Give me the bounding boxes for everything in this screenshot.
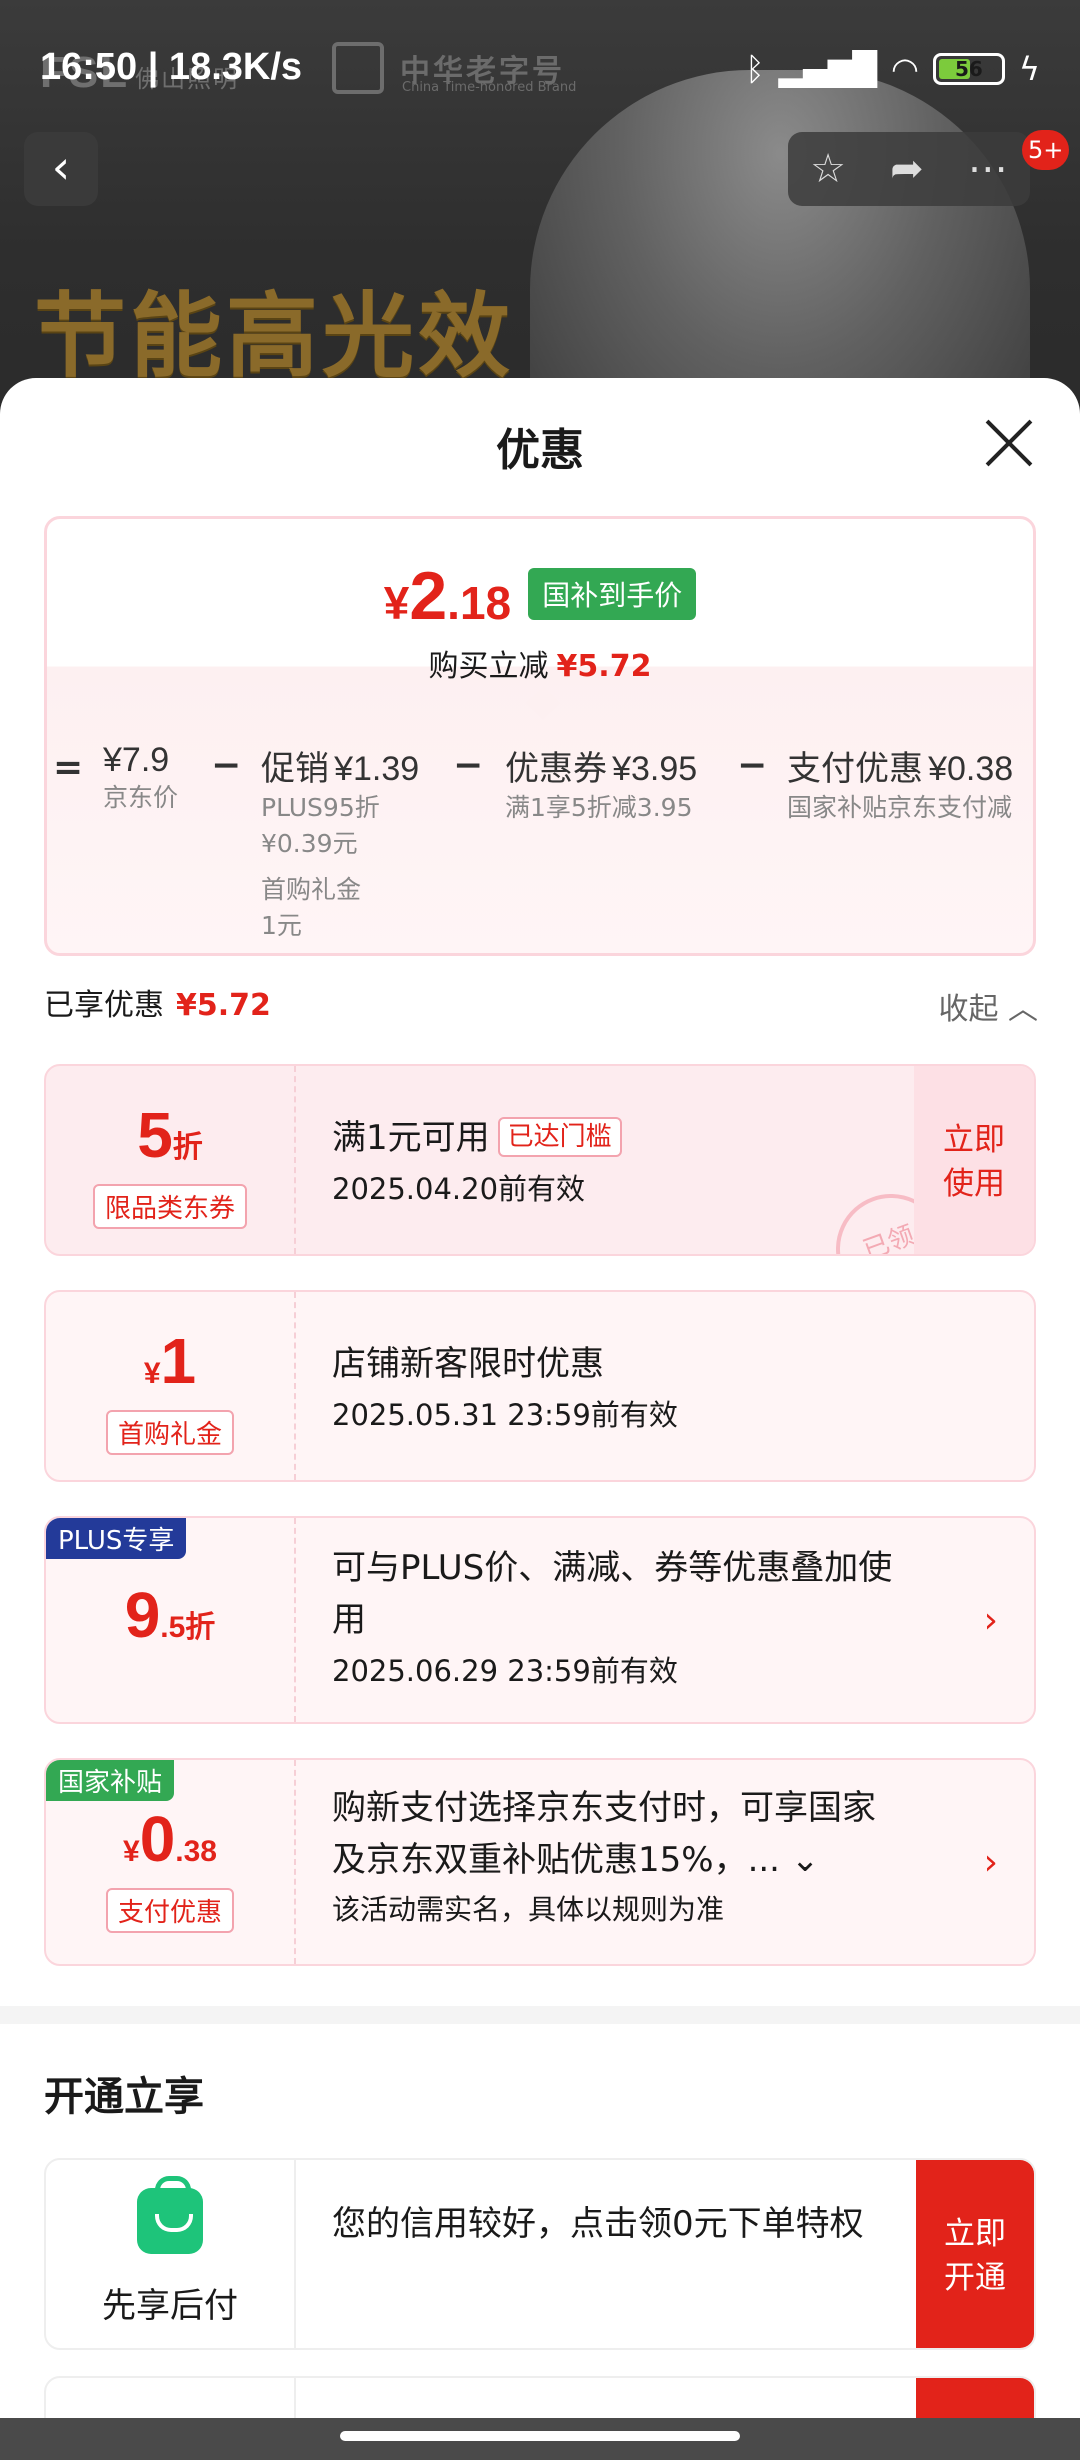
gov-subsidy-tag: 国家补贴 <box>46 1760 175 1801</box>
open-now-button[interactable] <box>916 2378 1034 2418</box>
chevron-right-icon: › <box>983 1842 998 1883</box>
coupon-value: ¥1 首购礼金 <box>46 1292 296 1480</box>
share-icon[interactable]: ➦ <box>890 146 924 192</box>
minus-sign: − <box>211 745 242 786</box>
coupon-date: 2025.06.29 23:59前有效 <box>332 1654 678 1688</box>
coupon-note: 该活动需实名，具体以规则为准 <box>332 1893 725 1926</box>
section-divider <box>0 2006 1080 2024</box>
discount-sheet: 优惠 ¥2.18 国补到手价 购买立减 ¥5.72 = ¥7.9 京东价 − 促销… <box>0 378 1080 2418</box>
saved-row: 已享优惠 ¥5.72 <box>44 988 271 1023</box>
bluetooth-icon: ᛒ <box>745 50 765 88</box>
service-card: 先享后付 您的信用较好，点击领0元下单特权 立即 开通 <box>44 2158 1036 2350</box>
use-now-button[interactable]: 立即 使用 <box>914 1066 1034 1254</box>
coupon-info: 店铺新客限时优惠 2025.05.31 23:59前有效 <box>332 1338 904 1434</box>
coupon-info: 满1元可用 已达门槛 2025.04.20前有效 <box>332 1112 904 1208</box>
battery-icon: 56 <box>932 53 1005 85</box>
service-card-partial <box>44 2376 1036 2418</box>
gov-subsidy-price-tag: 国补到手价 <box>528 568 697 620</box>
price-summary-card: ¥2.18 国补到手价 购买立减 ¥5.72 = ¥7.9 京东价 − 促销 ¥1… <box>44 516 1036 956</box>
final-price: ¥2.18 <box>383 558 512 634</box>
service-brand <box>46 2378 296 2418</box>
coupon-type-tag: 首购礼金 <box>105 1410 235 1455</box>
status-time: 16:50 | 18.3K/s <box>40 46 303 88</box>
final-price-row: ¥2.18 国补到手价 <box>47 557 1033 635</box>
price-formula: = ¥7.9 京东价 − 促销 ¥1.39 PLUS95折 ¥0.39元 首购礼… <box>47 715 1033 953</box>
equals-sign: = <box>53 747 84 788</box>
coupon-type-tag: 支付优惠 <box>105 1888 235 1933</box>
gesture-bar <box>0 2418 1080 2460</box>
service-description: 您的信用较好，点击领0元下单特权 <box>332 2204 864 2244</box>
formula-item-coupon: 优惠券 ¥3.95 满1享5折减3.95 <box>505 749 698 822</box>
section-title: 开通立享 <box>44 2074 204 2120</box>
saved-amount: ¥5.72 <box>176 988 271 1023</box>
status-bar: 16:50 | 18.3K/s ᛒ ▂▄▆█ ◠ 56 ϟ <box>0 40 1080 100</box>
chevron-right-icon: › <box>983 1600 998 1641</box>
service-name: 先享后付 <box>102 2286 238 2326</box>
battery-level: 56 <box>954 57 983 81</box>
coupon-card-gov[interactable]: ¥0.38 支付优惠 国家补贴 购新支付选择京东支付时，可享国家及京东双重补贴优… <box>44 1758 1036 1966</box>
coupon-card: 5折 限品类东券 满1元可用 已达门槛 2025.04.20前有效 已领 立即 使… <box>44 1064 1036 1256</box>
coupon-type-tag: 限品类东券 <box>92 1184 248 1229</box>
coupon-date: 2025.05.31 23:59前有效 <box>332 1398 678 1432</box>
star-icon[interactable]: ☆ <box>810 146 846 192</box>
wifi-icon: ◠ <box>890 50 919 88</box>
charging-icon: ϟ <box>1018 50 1040 88</box>
coupon-card-plus[interactable]: 9.5折 PLUS专享 可与PLUS价、满减、券等优惠叠加使用 2025.06.… <box>44 1516 1036 1724</box>
coupon-value: 5折 限品类东券 <box>46 1066 296 1254</box>
close-icon[interactable] <box>984 418 1034 468</box>
back-button[interactable]: ‹ <box>24 132 98 206</box>
minus-sign: − <box>737 745 768 786</box>
coupon-info: 购新支付选择京东支付时，可享国家及京东双重补贴优惠15%，... ⌄ 该活动需实… <box>332 1782 904 1928</box>
formula-item-promo: 促销 ¥1.39 PLUS95折 ¥0.39元 首购礼金 1元 <box>261 749 420 940</box>
more-icon[interactable]: ⋯ <box>968 146 1008 192</box>
formula-item-jd-price: ¥7.9 京东价 <box>103 741 179 812</box>
service-brand: 先享后付 <box>46 2160 296 2348</box>
reduce-amount: ¥5.72 <box>556 649 652 684</box>
nav-actions: ☆ ➦ ⋯ <box>788 132 1030 206</box>
message-badge: 5+ <box>1022 130 1070 170</box>
product-image <box>530 70 1030 420</box>
status-icons: ᛒ ▂▄▆█ ◠ 56 ϟ <box>745 50 1040 88</box>
threshold-reached-tag: 已达门槛 <box>497 1117 622 1157</box>
sheet-title: 优惠 <box>496 425 584 476</box>
hero-text: 节能高光效 <box>34 283 515 390</box>
shopping-bag-icon <box>137 2176 203 2254</box>
plus-exclusive-tag: PLUS专享 <box>46 1518 187 1559</box>
collapse-button[interactable]: 收起 ︿ <box>938 984 1038 1028</box>
signal-icon: ▂▄▆█ <box>778 50 877 88</box>
formula-item-payment: 支付优惠 ¥0.38 国家补贴京东支付减 <box>787 749 1014 822</box>
coupon-card: ¥1 首购礼金 店铺新客限时优惠 2025.05.31 23:59前有效 <box>44 1290 1036 1482</box>
coupon-date: 2025.04.20前有效 <box>332 1172 586 1206</box>
open-now-button[interactable]: 立即 开通 <box>916 2160 1034 2348</box>
reduce-row: 购买立减 ¥5.72 <box>428 649 652 684</box>
chevron-down-icon[interactable]: ⌄ <box>791 1840 820 1880</box>
coupon-info: 可与PLUS价、满减、券等优惠叠加使用 2025.06.29 23:59前有效 <box>332 1542 904 1690</box>
chevron-up-icon: ︿ <box>1008 992 1038 1027</box>
minus-sign: − <box>453 745 484 786</box>
home-indicator[interactable] <box>340 2431 740 2441</box>
